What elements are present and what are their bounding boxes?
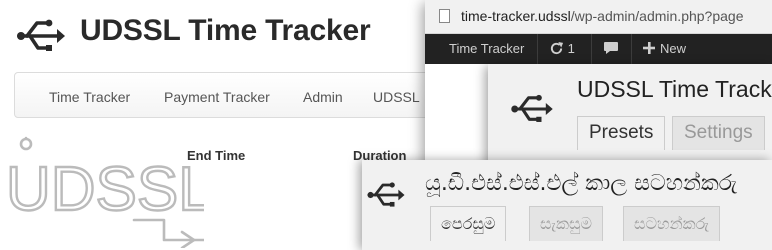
adminbar-new[interactable]: New <box>643 41 686 56</box>
watermark-text: UDSSL <box>6 155 204 224</box>
adminbar-comments[interactable] <box>603 41 619 56</box>
adminbar-site-link[interactable]: Time Tracker <box>449 41 524 56</box>
usb-icon <box>511 94 553 122</box>
comment-icon <box>604 42 618 54</box>
usb-icon <box>17 19 65 51</box>
nav-payment-tracker[interactable]: Payment Tracker <box>164 89 270 105</box>
new-label: New <box>660 41 687 56</box>
updates-count: 1 <box>567 41 575 56</box>
tab-settings[interactable]: Settings <box>672 116 765 150</box>
udssl-watermark-logo: UDSSL <box>5 136 204 248</box>
adminbar-divider <box>591 34 592 64</box>
plugin-page-title: UDSSL Time Track <box>577 76 772 102</box>
sinhala-page-title: යූ.ඩී.එස්.එස්.එල් කාල සටහන්කරු <box>425 171 738 196</box>
url-path: /wp-admin/admin.php?page <box>570 8 744 24</box>
refresh-icon <box>550 41 564 55</box>
url-text: time-tracker.udssl/wp-admin/admin.php?pa… <box>461 8 743 24</box>
address-bar[interactable]: time-tracker.udssl/wp-admin/admin.php?pa… <box>425 0 772 34</box>
url-host: time-tracker.udssl <box>461 8 571 24</box>
adminbar-divider <box>631 34 632 64</box>
tab-presets[interactable]: Presets <box>577 116 666 150</box>
wp-admin-bar: Time Tracker 1 New <box>425 34 772 64</box>
sinhala-settings-panel: යූ.ඩී.එස්.එස්.එල් කාල සටහන්කරු පෙරසුම සැ… <box>362 160 772 250</box>
tab-presets-sinhala[interactable]: පෙරසුම <box>430 206 507 241</box>
adminbar-divider <box>537 34 538 64</box>
tab-settings-sinhala[interactable]: සැකසුම <box>529 206 603 241</box>
plus-icon <box>643 42 655 54</box>
adminbar-updates[interactable]: 1 <box>549 41 575 56</box>
nav-admin[interactable]: Admin <box>303 89 343 105</box>
nav-udssl[interactable]: UDSSL <box>373 89 420 105</box>
nav-time-tracker[interactable]: Time Tracker <box>49 89 130 105</box>
tab-tracker-sinhala[interactable]: සටහන්කරු <box>623 206 720 241</box>
usb-icon <box>367 182 405 207</box>
site-title: UDSSL Time Tracker <box>80 14 371 47</box>
document-icon <box>439 9 450 23</box>
